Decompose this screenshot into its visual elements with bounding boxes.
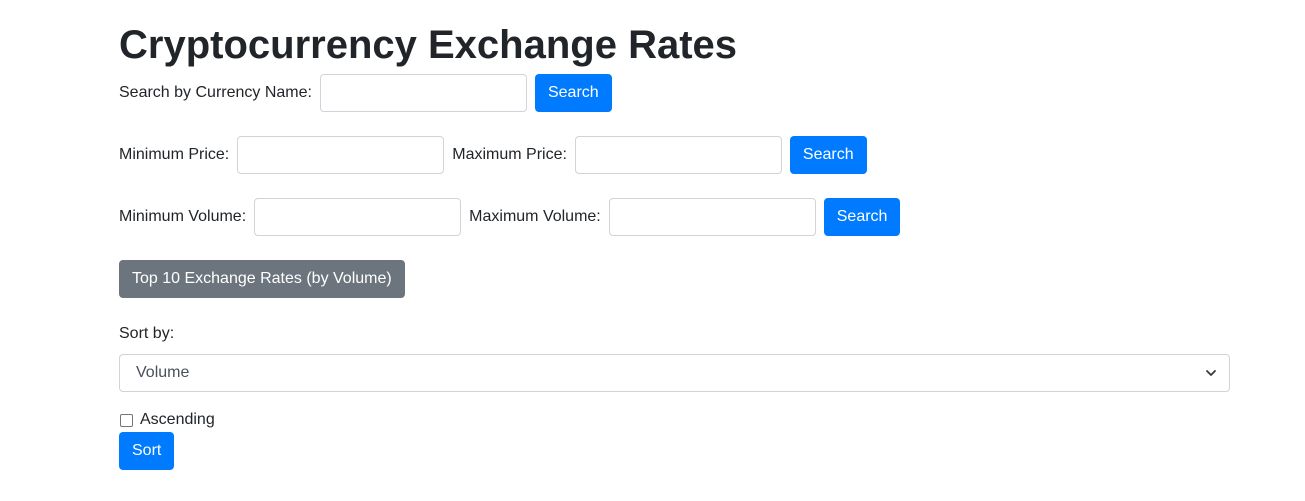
page: Cryptocurrency Exchange Rates Search by …	[0, 0, 1305, 501]
name-search-button[interactable]: Search	[534, 74, 612, 112]
sort-button-row: Sort	[119, 432, 175, 470]
volume-search-row: Minimum Volume: Maximum Volume: Search	[119, 198, 901, 236]
sort-button[interactable]: Sort	[119, 432, 175, 470]
min-volume-input[interactable]	[254, 198, 462, 236]
max-volume-input[interactable]	[608, 198, 816, 236]
price-search-button[interactable]: Search	[789, 136, 867, 174]
sort-by-label: Sort by:	[119, 325, 175, 342]
ascending-checkbox[interactable]	[120, 413, 133, 427]
max-volume-label: Maximum Volume:	[469, 208, 601, 225]
sort-select[interactable]: Volume	[119, 354, 1230, 392]
min-volume-label: Minimum Volume:	[119, 208, 247, 225]
top10-button[interactable]: Top 10 Exchange Rates (by Volume)	[119, 260, 405, 298]
ascending-row: Ascending	[119, 410, 215, 430]
min-price-label: Minimum Price:	[119, 146, 230, 163]
currency-name-label: Search by Currency Name:	[119, 84, 312, 101]
min-price-input[interactable]	[237, 136, 445, 174]
max-price-input[interactable]	[574, 136, 782, 174]
volume-search-button[interactable]: Search	[823, 198, 901, 236]
ascending-label: Ascending	[140, 411, 215, 428]
chevron-down-icon	[1199, 361, 1223, 385]
max-price-label: Maximum Price:	[452, 146, 567, 163]
sort-select-value: Volume	[136, 364, 190, 381]
top10-row: Top 10 Exchange Rates (by Volume)	[119, 260, 405, 298]
price-search-row: Minimum Price: Maximum Price: Search	[119, 136, 867, 174]
page-title: Cryptocurrency Exchange Rates	[119, 23, 738, 67]
name-search-row: Search by Currency Name: Search	[119, 74, 612, 112]
currency-name-input[interactable]	[319, 74, 527, 112]
